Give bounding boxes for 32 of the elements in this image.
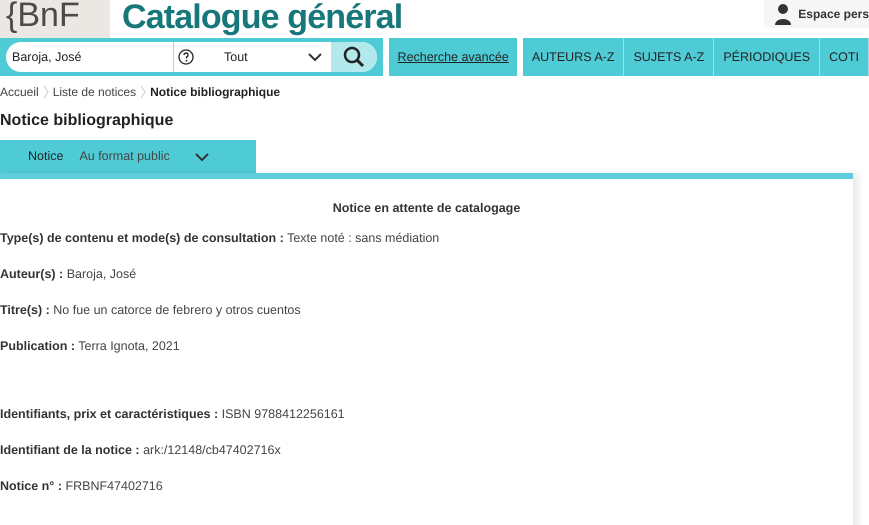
- help-icon[interactable]: [178, 49, 194, 65]
- nav-link[interactable]: AUTEURS A-Z: [522, 38, 624, 76]
- breadcrumb-link[interactable]: Liste de notices: [52, 83, 136, 101]
- search-field[interactable]: Baroja, José: [6, 42, 174, 72]
- nav-link[interactable]: PÉRIODIQUES: [714, 38, 820, 76]
- user-icon: [774, 3, 792, 25]
- chevron-icon: [307, 52, 324, 62]
- advanced-search-link[interactable]: Recherche avancée: [389, 38, 517, 76]
- notice-field: Publication : Terra Ignota, 2021: [0, 337, 853, 373]
- search-button[interactable]: [331, 42, 378, 72]
- notice-field: Identifiant de la notice : ark:/12148/cb47402716x: [0, 441, 853, 477]
- notice-field: Auteur(s) : Baroja, José: [0, 265, 853, 301]
- chevron-icon[interactable]: [194, 152, 210, 162]
- notice-field: Identifiants, prix et caractéristiques : ISBN 9788412256161: [0, 405, 853, 441]
- notice-status: Notice en attente de catalogage: [332, 200, 522, 217]
- notice-tab[interactable]: Notice: [28, 147, 64, 166]
- nav-link[interactable]: SUJETS A-Z: [624, 38, 714, 76]
- separator-icon: [138, 84, 148, 100]
- notice-field: Notice n° : FRBNF47402716: [0, 477, 853, 513]
- bnf-logo[interactable]: {BnF: [0, 0, 110, 38]
- separator-icon: [40, 84, 51, 100]
- nav-link[interactable]: COTI: [820, 38, 869, 76]
- search-icon: [343, 46, 366, 68]
- site-title: Catalogue général: [122, 0, 402, 38]
- breadcrumb-link[interactable]: Accueil: [0, 83, 39, 101]
- notice-field: Titre(s) : No fue un catorce de febrero y otros cuentos: [0, 301, 853, 337]
- current-page-label: Notice bibliographique: [150, 84, 280, 101]
- notice-field: Type(s) de contenu et mode(s) de consultation : Texte noté : sans médiation: [0, 229, 853, 265]
- scope-select[interactable]: Tout: [198, 42, 332, 72]
- page-heading: Notice bibliographique: [0, 111, 174, 131]
- search-box[interactable]: Baroja, José Tout: [6, 42, 378, 72]
- notice-tab[interactable]: Au format public: [79, 147, 170, 166]
